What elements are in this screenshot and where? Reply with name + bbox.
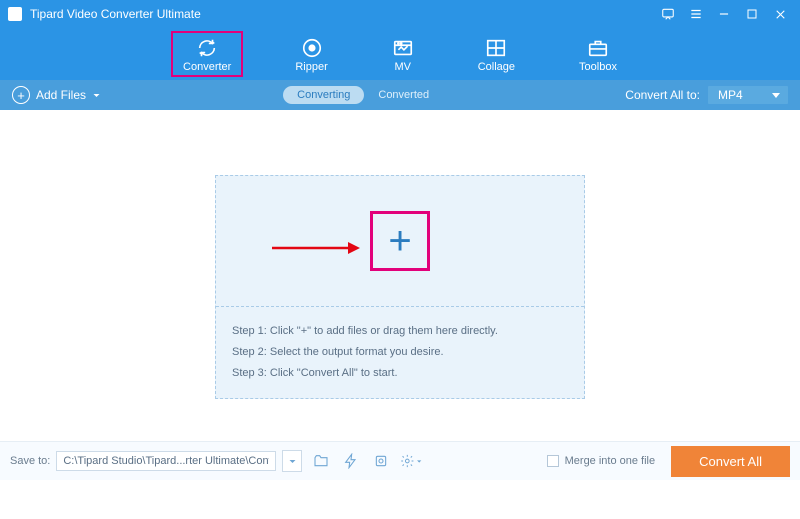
save-path-input[interactable] xyxy=(56,451,276,471)
window-title: Tipard Video Converter Ultimate xyxy=(30,7,201,21)
main-area: + Step 1: Click "+" to add files or drag… xyxy=(0,110,800,480)
convert-all-button[interactable]: Convert All xyxy=(671,446,790,477)
sub-toolbar: + Add Files Converting Converted Convert… xyxy=(0,80,800,110)
gpu-icon[interactable] xyxy=(370,450,392,472)
nav-ripper[interactable]: Ripper xyxy=(283,31,339,77)
add-files-button[interactable]: + Add Files xyxy=(12,86,101,104)
nav-label: Ripper xyxy=(295,61,327,73)
nav-toolbox[interactable]: Toolbox xyxy=(567,31,629,77)
collage-icon xyxy=(485,37,507,59)
open-folder-icon[interactable] xyxy=(310,450,332,472)
title-bar: Tipard Video Converter Ultimate xyxy=(0,0,800,28)
settings-icon[interactable] xyxy=(400,450,422,472)
nav-collage[interactable]: Collage xyxy=(466,31,527,77)
convert-all-to-label: Convert All to: xyxy=(625,88,700,102)
save-to-label: Save to: xyxy=(10,455,50,467)
minimize-icon[interactable] xyxy=(712,4,736,24)
chevron-down-icon xyxy=(92,91,101,100)
checkbox-icon xyxy=(547,455,559,467)
add-files-label: Add Files xyxy=(36,88,86,102)
plus-icon: + xyxy=(388,221,411,261)
feedback-icon[interactable] xyxy=(656,4,680,24)
app-logo-icon xyxy=(8,7,22,21)
drop-zone[interactable]: + Step 1: Click "+" to add files or drag… xyxy=(215,175,585,399)
mv-icon xyxy=(392,37,414,59)
menu-icon[interactable] xyxy=(684,4,708,24)
tab-converting[interactable]: Converting xyxy=(283,86,364,104)
instructions: Step 1: Click "+" to add files or drag t… xyxy=(216,306,584,398)
path-dropdown[interactable] xyxy=(282,450,302,472)
main-nav: Converter Ripper MV Collage Toolbox xyxy=(0,28,800,80)
format-value: MP4 xyxy=(718,88,743,102)
step-1-text: Step 1: Click "+" to add files or drag t… xyxy=(232,321,568,342)
close-icon[interactable] xyxy=(768,4,792,24)
plus-circle-icon: + xyxy=(12,86,30,104)
nav-label: Collage xyxy=(478,61,515,73)
hw-accel-icon[interactable] xyxy=(340,450,362,472)
drop-zone-top[interactable]: + xyxy=(216,176,584,306)
tab-converted[interactable]: Converted xyxy=(364,86,443,104)
nav-converter[interactable]: Converter xyxy=(171,31,243,77)
ripper-icon xyxy=(301,37,323,59)
footer-bar: Save to: Merge into one file Convert All xyxy=(0,441,800,480)
convert-all-to: Convert All to: MP4 xyxy=(625,86,788,104)
converter-icon xyxy=(196,37,218,59)
merge-checkbox[interactable]: Merge into one file xyxy=(547,455,656,467)
nav-label: Toolbox xyxy=(579,61,617,73)
merge-label: Merge into one file xyxy=(565,455,656,467)
nav-mv[interactable]: MV xyxy=(380,31,426,77)
maximize-icon[interactable] xyxy=(740,4,764,24)
format-select[interactable]: MP4 xyxy=(708,86,788,104)
nav-label: MV xyxy=(394,61,411,73)
add-files-plus-button[interactable]: + xyxy=(370,211,430,271)
toolbox-icon xyxy=(587,37,609,59)
step-2-text: Step 2: Select the output format you des… xyxy=(232,342,568,363)
annotation-arrow-icon xyxy=(270,238,360,258)
nav-label: Converter xyxy=(183,61,231,73)
step-3-text: Step 3: Click "Convert All" to start. xyxy=(232,363,568,384)
